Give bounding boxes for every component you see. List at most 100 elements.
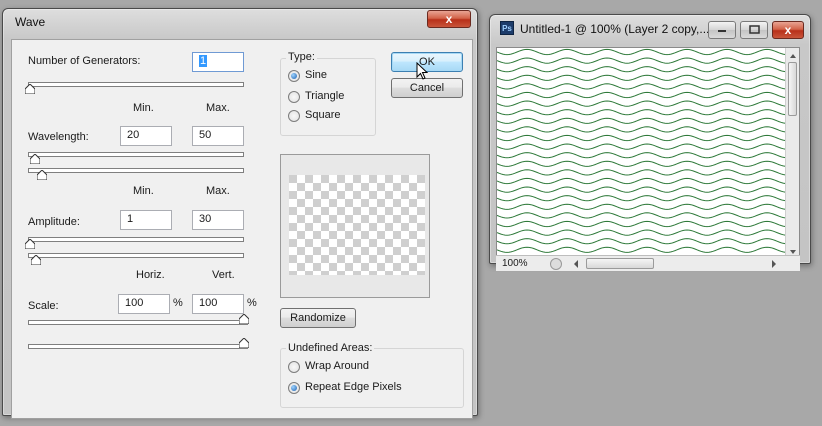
document-title: Untitled-1 @ 100% (Layer 2 copy,...	[520, 22, 710, 36]
horizontal-scroll-thumb[interactable]	[586, 258, 654, 269]
amplitude-max-input[interactable]: 30	[192, 210, 244, 230]
scale-vert-slider[interactable]	[28, 338, 249, 349]
wavelength-max-slider[interactable]	[28, 168, 244, 180]
status-menu-icon[interactable]	[550, 258, 562, 270]
wavelength-max-input[interactable]: 50	[192, 126, 244, 146]
randomize-button[interactable]: Randomize	[280, 308, 356, 328]
wavelength-min-input[interactable]: 20	[120, 126, 172, 146]
amplitude-max-slider[interactable]	[28, 253, 244, 265]
wave-line	[497, 48, 787, 56]
amplitude-max-header: Max.	[206, 185, 230, 197]
minimize-icon	[718, 30, 726, 32]
type-sine-label: Sine	[305, 69, 328, 81]
generators-input[interactable]: 1	[192, 52, 244, 72]
radio-unselected-icon	[288, 91, 300, 103]
scroll-left-icon[interactable]	[570, 257, 582, 271]
cancel-button-label: Cancel	[409, 82, 445, 94]
scale-horiz-unit: %	[173, 297, 183, 309]
generators-slider[interactable]	[25, 82, 244, 94]
scale-vert-slider-thumb[interactable]	[239, 338, 249, 348]
scale-vert-header: Vert.	[212, 269, 235, 281]
dialog-titlebar[interactable]: Wave x	[3, 9, 477, 35]
wave-line	[497, 246, 787, 253]
amplitude-max-slider-thumb[interactable]	[31, 255, 41, 265]
wave-line	[497, 186, 787, 193]
type-group-label: Type:	[286, 51, 317, 63]
document-statusbar: 100%	[496, 255, 800, 271]
wave-line	[497, 109, 787, 116]
generators-slider-thumb[interactable]	[25, 84, 35, 94]
wave-dialog: Wave x Number of Generators: 1 Min. Max.…	[2, 8, 478, 419]
wavelength-min-slider[interactable]	[28, 152, 244, 164]
amplitude-min-value: 1	[127, 213, 134, 225]
wave-line	[497, 143, 787, 150]
scale-horiz-slider-thumb[interactable]	[239, 314, 249, 324]
scale-vert-value: 100	[199, 297, 218, 309]
amplitude-label: Amplitude:	[28, 216, 80, 228]
wave-line	[497, 134, 787, 142]
wavelength-label: Wavelength:	[28, 131, 89, 143]
dialog-client: Number of Generators: 1 Min. Max. Wavele…	[11, 39, 473, 419]
scale-horiz-header: Horiz.	[136, 269, 165, 281]
wave-line	[497, 100, 787, 107]
amplitude-min-slider[interactable]	[25, 237, 244, 249]
zoom-level[interactable]: 100%	[502, 258, 528, 269]
amplitude-min-slider-thumb[interactable]	[25, 239, 35, 249]
wave-line	[497, 229, 787, 236]
wave-line	[497, 220, 787, 228]
wave-line	[497, 212, 787, 219]
radio-unselected-icon	[288, 110, 300, 122]
wave-line	[497, 160, 787, 167]
maximize-icon	[749, 25, 760, 34]
mouse-pointer-icon	[416, 61, 429, 82]
vertical-scroll-thumb[interactable]	[788, 62, 797, 116]
wave-line	[497, 126, 787, 133]
wavelength-min-slider-thumb[interactable]	[30, 154, 40, 164]
scale-horiz-input[interactable]: 100	[118, 294, 170, 314]
scroll-up-icon	[790, 54, 796, 58]
wave-line	[497, 195, 787, 202]
scroll-right-icon[interactable]	[768, 257, 780, 271]
preview-checkerboard	[289, 175, 425, 275]
wave-line	[497, 177, 787, 185]
wave-line	[497, 66, 787, 73]
document-titlebar[interactable]: Ps Untitled-1 @ 100% (Layer 2 copy,... x	[490, 15, 810, 41]
wave-line	[497, 91, 787, 99]
wave-line	[497, 152, 787, 159]
canvas-area[interactable]	[496, 47, 800, 259]
wave-pattern-canvas[interactable]	[497, 48, 787, 259]
scale-horiz-slider[interactable]	[28, 314, 249, 325]
wavelength-max-slider-thumb[interactable]	[37, 170, 47, 180]
wave-line	[497, 203, 787, 210]
close-icon: x	[445, 12, 453, 26]
radio-unselected-icon	[288, 361, 300, 373]
radio-selected-icon	[288, 70, 300, 82]
generators-label: Number of Generators:	[28, 55, 141, 67]
preview-pane[interactable]	[280, 154, 430, 298]
type-triangle-label: Triangle	[305, 90, 345, 102]
repeat-edge-pixels-label: Repeat Edge Pixels	[305, 381, 402, 393]
document-close-button[interactable]: x	[772, 21, 804, 39]
maximize-button[interactable]	[740, 21, 768, 39]
wrap-around-label: Wrap Around	[305, 360, 370, 372]
close-icon: x	[784, 23, 792, 37]
document-window: Ps Untitled-1 @ 100% (Layer 2 copy,... x…	[489, 14, 811, 271]
dialog-close-button[interactable]: x	[427, 10, 471, 28]
wave-line	[497, 238, 787, 245]
scale-vert-input[interactable]: 100	[192, 294, 244, 314]
undefined-areas-label: Undefined Areas:	[286, 342, 375, 354]
vertical-scrollbar[interactable]	[785, 48, 799, 258]
wavelength-max-header: Max.	[206, 102, 230, 114]
wave-line	[497, 57, 787, 64]
wave-line	[497, 169, 787, 176]
wave-line	[497, 117, 787, 124]
radio-selected-icon	[288, 382, 300, 394]
scale-horiz-value: 100	[125, 297, 144, 309]
photoshop-app-icon: Ps	[500, 21, 514, 35]
amplitude-max-value: 30	[199, 213, 212, 225]
amplitude-min-input[interactable]: 1	[120, 210, 172, 230]
scale-label: Scale:	[28, 300, 59, 312]
minimize-button[interactable]	[708, 21, 736, 39]
randomize-button-label: Randomize	[290, 312, 346, 324]
type-square-label: Square	[305, 109, 341, 121]
